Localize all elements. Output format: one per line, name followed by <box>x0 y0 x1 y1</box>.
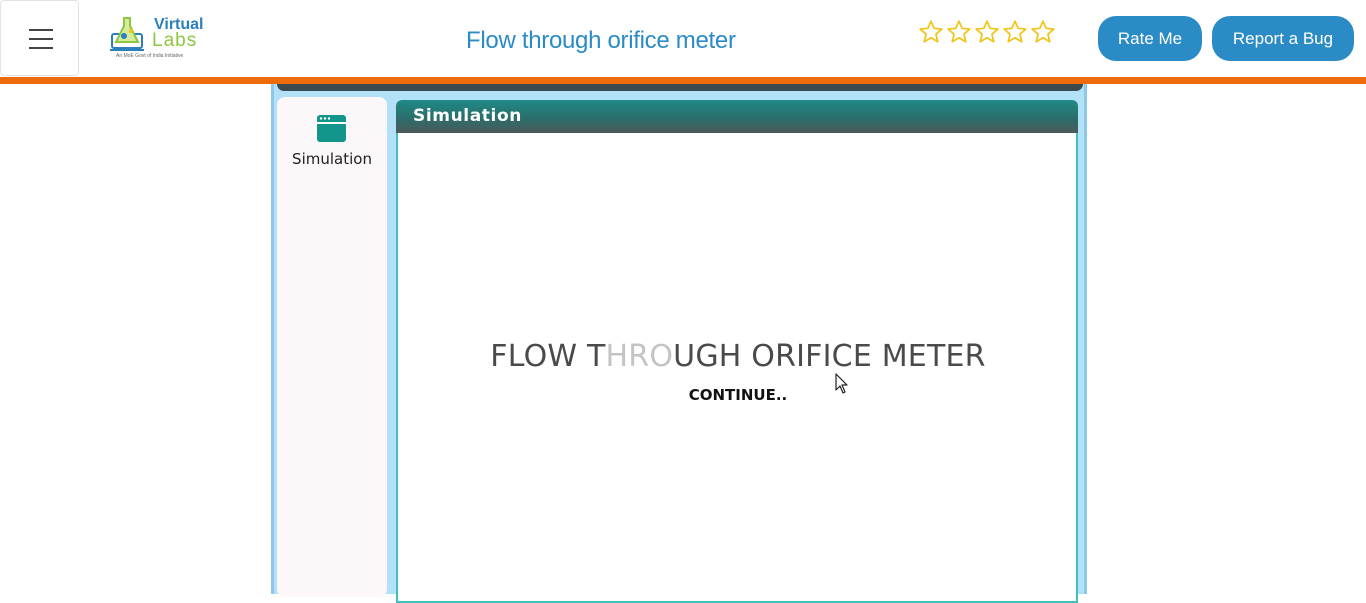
hamburger-line <box>29 47 53 49</box>
flask-logo-icon <box>110 17 144 51</box>
hamburger-menu-button[interactable] <box>0 0 79 76</box>
simulation-title-part: FLOW T <box>490 339 606 374</box>
content-frame-top-bar <box>277 84 1083 91</box>
star-1-icon[interactable] <box>918 18 944 46</box>
rate-me-button[interactable]: Rate Me <box>1098 16 1202 61</box>
page-title: Flow through orifice meter <box>466 27 736 54</box>
simulation-title-faded-part: HRO <box>605 339 674 374</box>
sidebar: Simulation <box>277 97 387 597</box>
window-icon <box>317 115 346 142</box>
sidebar-item-label: Simulation <box>292 150 372 168</box>
sidebar-item-simulation[interactable]: Simulation <box>277 97 387 177</box>
header-divider <box>0 77 1366 84</box>
hamburger-line <box>29 29 53 31</box>
simulation-title: FLOW THROUGH ORIFICE METER <box>398 339 1078 374</box>
star-5-icon[interactable] <box>1030 18 1056 46</box>
hamburger-line <box>29 38 53 40</box>
simulation-panel: Simulation FLOW THROUGH ORIFICE METER CO… <box>396 100 1078 603</box>
simulation-title-part: UGH ORIFICE METER <box>673 339 986 374</box>
virtual-labs-logo[interactable]: Virtual Labs An MoE Govt of India Initia… <box>110 12 204 64</box>
star-3-icon[interactable] <box>974 18 1000 46</box>
star-2-icon[interactable] <box>946 18 972 46</box>
star-4-icon[interactable] <box>1002 18 1028 46</box>
panel-header-title: Simulation <box>413 106 522 126</box>
simulation-canvas[interactable]: FLOW THROUGH ORIFICE METER CONTINUE.. <box>396 133 1078 603</box>
logo-tagline: An MoE Govt of India Initiative <box>116 53 184 59</box>
rating-stars <box>918 18 1056 46</box>
logo-text-labs: Labs <box>152 30 198 51</box>
continue-link[interactable]: CONTINUE.. <box>398 386 1078 404</box>
report-bug-button[interactable]: Report a Bug <box>1212 16 1354 61</box>
mouse-cursor-icon <box>835 373 848 394</box>
panel-header: Simulation <box>396 100 1078 133</box>
top-header: Virtual Labs An MoE Govt of India Initia… <box>0 0 1366 77</box>
